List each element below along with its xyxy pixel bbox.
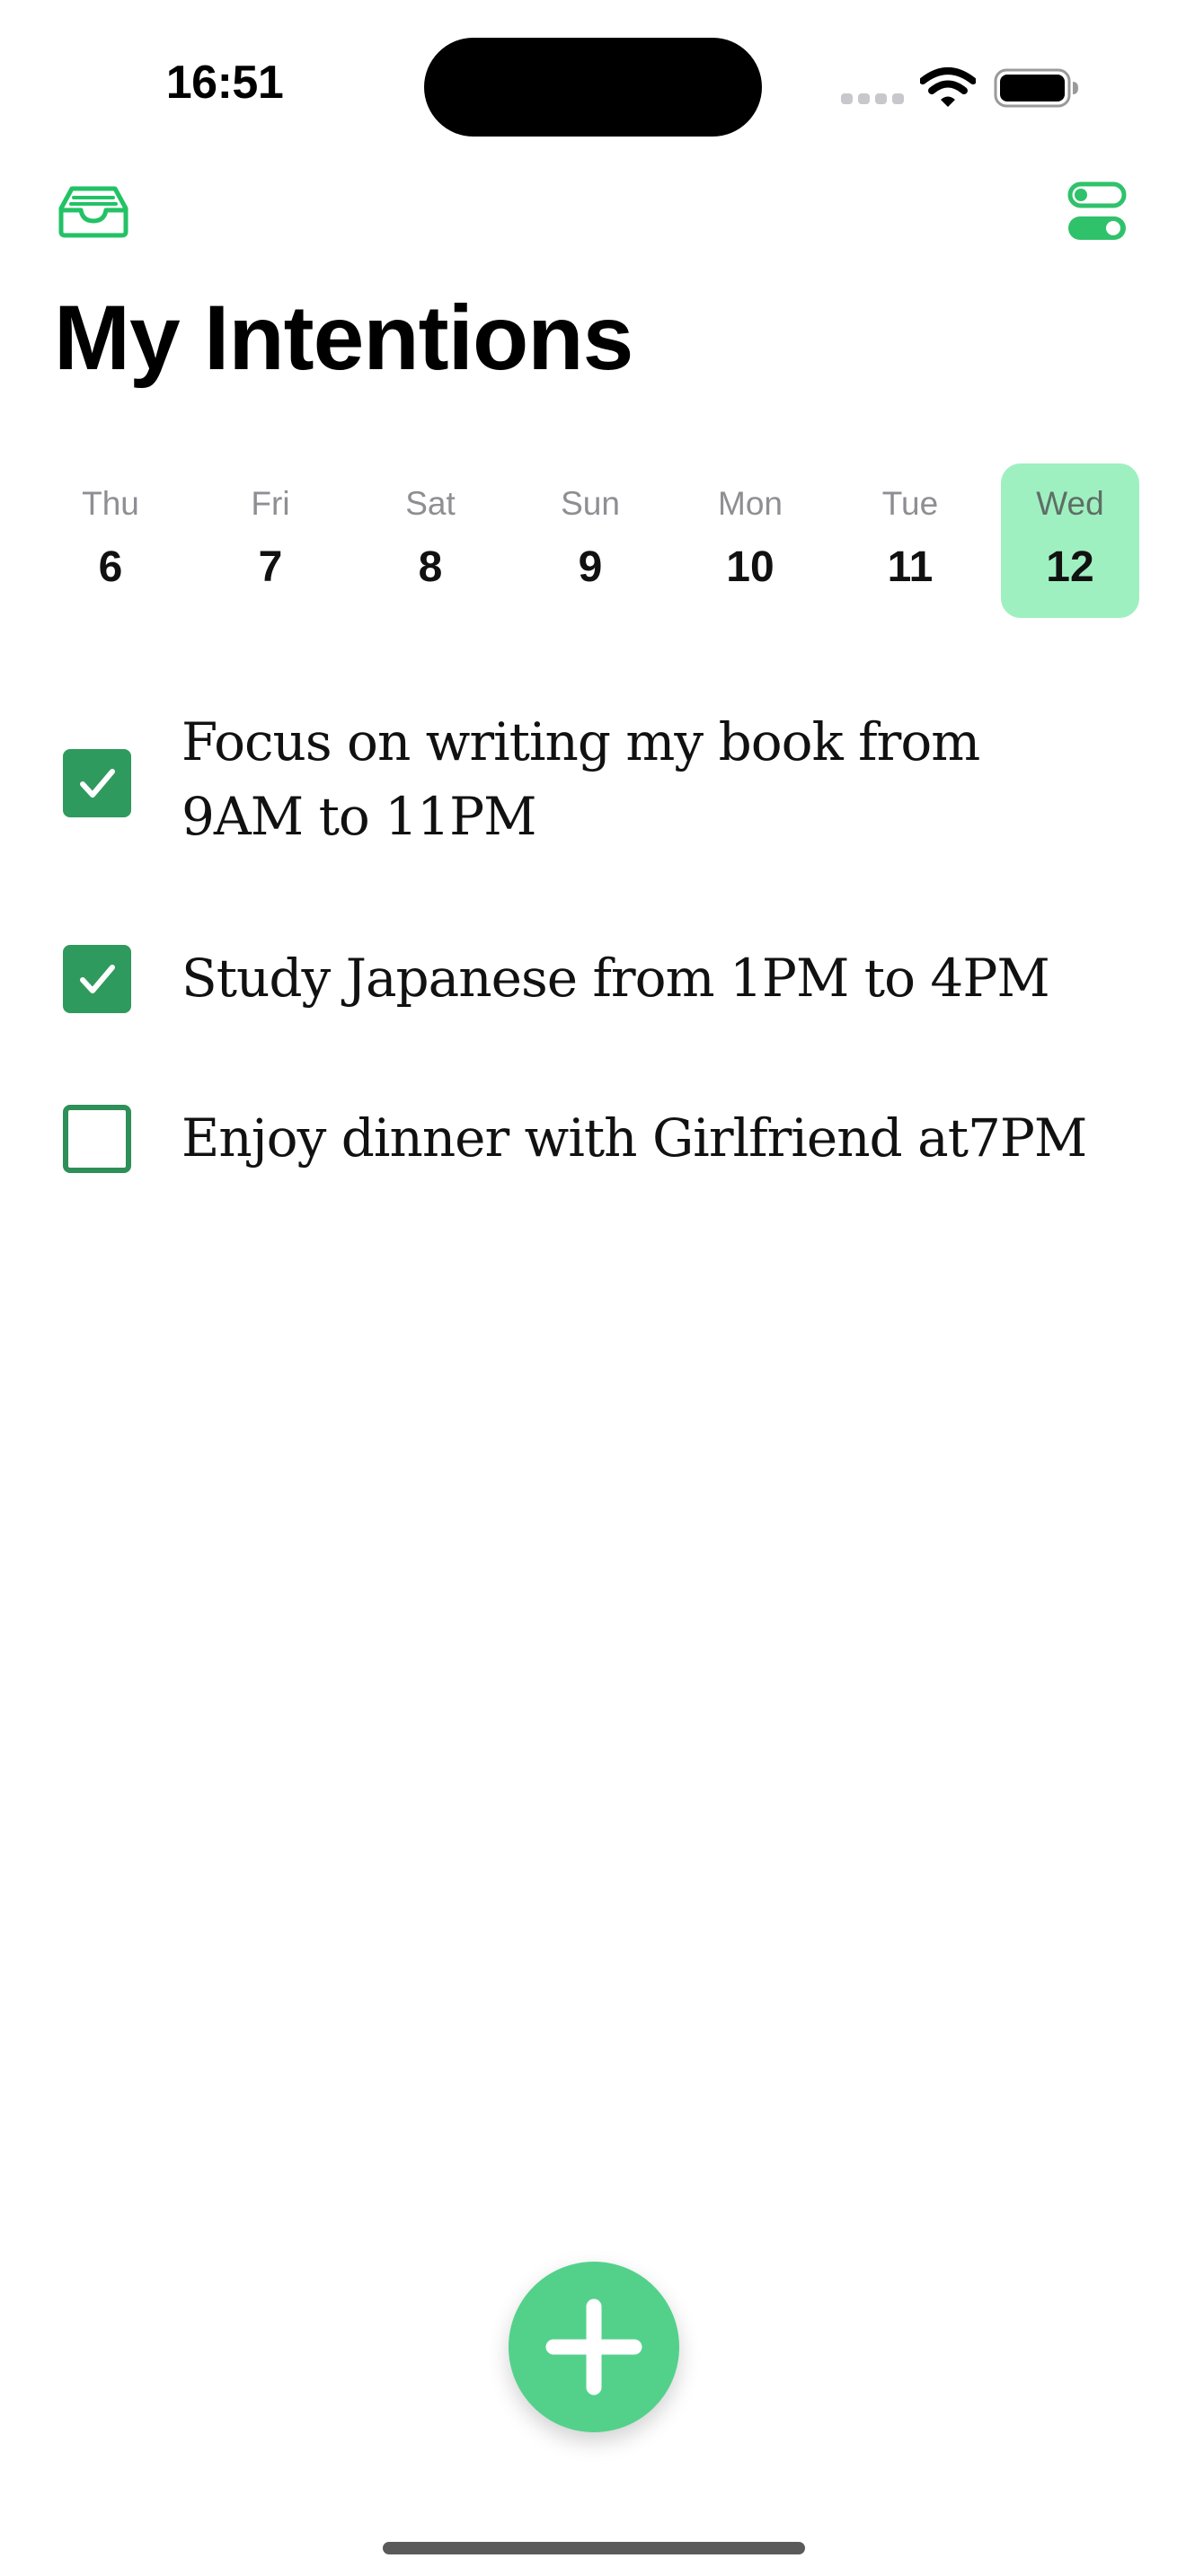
task-checkbox-checked[interactable] xyxy=(63,749,131,817)
task-checkbox-unchecked[interactable] xyxy=(63,1105,131,1173)
day-item-tue[interactable]: Tue 11 xyxy=(841,463,979,618)
battery-icon xyxy=(994,68,1080,108)
day-number: 7 xyxy=(258,543,283,591)
task-checkbox-checked[interactable] xyxy=(63,945,131,1013)
day-number: 8 xyxy=(418,543,443,591)
day-item-wed-selected[interactable]: Wed 12 xyxy=(1001,463,1139,618)
cellular-signal-icon xyxy=(841,93,904,106)
day-name: Mon xyxy=(718,485,783,522)
inbox-tray-icon xyxy=(58,186,128,238)
inbox-button[interactable] xyxy=(58,183,129,239)
day-item-sat[interactable]: Sat 8 xyxy=(361,463,500,618)
day-number: 11 xyxy=(887,543,934,591)
day-number: 9 xyxy=(578,543,603,591)
day-item-sun[interactable]: Sun 9 xyxy=(521,463,659,618)
task-text-continued[interactable]: 9AM to 11PM xyxy=(181,780,536,854)
day-name: Wed xyxy=(1036,485,1104,522)
dynamic-island xyxy=(424,38,762,137)
day-name: Sat xyxy=(405,485,456,522)
day-item-fri[interactable]: Fri 7 xyxy=(201,463,340,618)
task-text[interactable]: Study Japanese from 1PM to 4PM xyxy=(181,941,1050,1016)
day-name: Sun xyxy=(561,485,620,522)
day-number: 10 xyxy=(726,543,774,591)
page-title: My Intentions xyxy=(54,287,633,389)
day-name: Fri xyxy=(251,485,290,522)
checkmark-icon xyxy=(80,965,115,993)
week-day-selector: Thu 6 Fri 7 Sat 8 Sun 9 Mon 10 Tue 11 We… xyxy=(32,463,1146,618)
task-text[interactable]: Focus on writing my book from xyxy=(181,705,980,780)
day-item-mon[interactable]: Mon 10 xyxy=(681,463,819,618)
plus-icon xyxy=(545,2298,642,2395)
day-name: Thu xyxy=(82,485,139,522)
home-indicator xyxy=(383,2542,805,2554)
task-text[interactable]: Enjoy dinner with Girlfriend at7PM xyxy=(181,1101,1087,1176)
checkmark-icon xyxy=(80,769,115,798)
wifi-icon xyxy=(919,66,977,108)
day-item-thu[interactable]: Thu 6 xyxy=(41,463,180,618)
day-number: 12 xyxy=(1046,543,1094,591)
status-time: 16:51 xyxy=(165,57,284,109)
settings-toggle-button[interactable] xyxy=(1067,181,1127,241)
day-number: 6 xyxy=(98,543,123,591)
toggle-switches-icon xyxy=(1067,181,1127,240)
day-name: Tue xyxy=(881,485,939,522)
add-intention-button[interactable] xyxy=(509,2262,679,2432)
